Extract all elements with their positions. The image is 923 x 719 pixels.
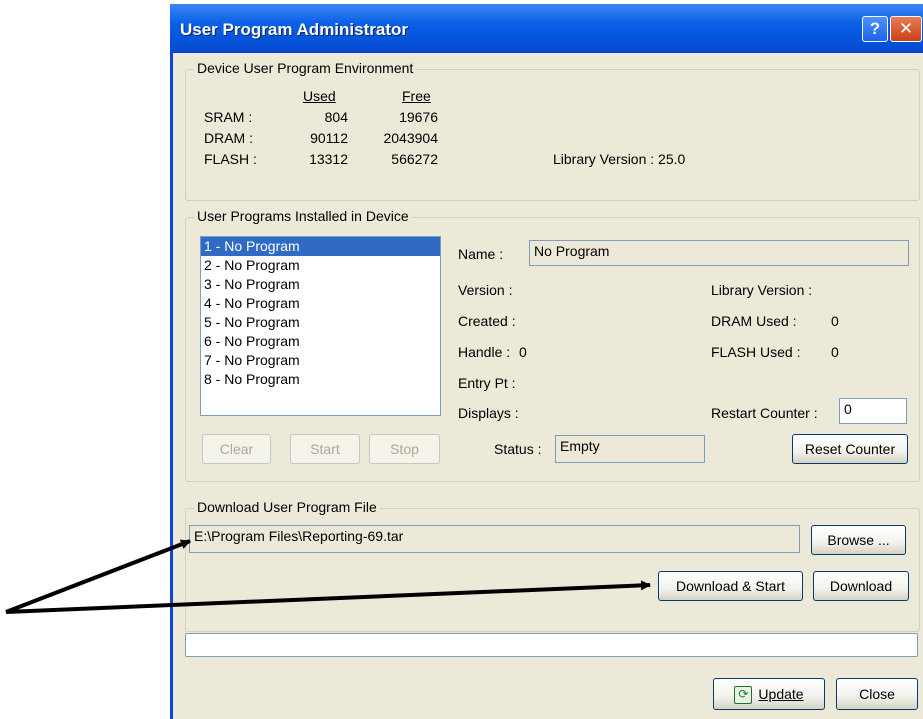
dram-label: DRAM : [204, 130, 253, 146]
download-legend: Download User Program File [194, 499, 380, 515]
programs-legend: User Programs Installed in Device [194, 208, 412, 224]
sram-label: SRAM : [204, 109, 253, 125]
reset-counter-button[interactable]: Reset Counter [792, 434, 908, 464]
clear-button[interactable]: Clear [202, 434, 271, 464]
programs-group: User Programs Installed in Device 1 - No… [185, 208, 920, 482]
program-list-item[interactable]: 4 - No Program [201, 294, 440, 313]
download-progress-bar [185, 633, 918, 657]
arrow-to-path-field [5, 539, 191, 614]
dram-used-label: DRAM Used : [711, 313, 797, 329]
dram-used-value: 0 [831, 313, 839, 329]
flash-used-value: 0 [831, 344, 839, 360]
environment-legend: Device User Program Environment [194, 60, 417, 76]
restart-counter-label: Restart Counter : [711, 405, 818, 421]
title-bar[interactable]: User Program Administrator ? ✕ [170, 4, 923, 53]
environment-group: Device User Program Environment Used Fre… [185, 60, 920, 201]
displays-label: Displays : [458, 405, 519, 421]
program-list-item[interactable]: 2 - No Program [201, 256, 440, 275]
sram-free: 19676 [399, 109, 438, 125]
entry-pt-label: Entry Pt : [458, 375, 516, 391]
restart-counter-field[interactable]: 0 [839, 398, 907, 424]
program-list-item[interactable]: 8 - No Program [201, 370, 440, 389]
version-label: Version : [458, 282, 513, 298]
free-column-header: Free [402, 88, 431, 104]
flash-used-label: FLASH Used : [711, 344, 801, 360]
program-list[interactable]: 1 - No Program 2 - No Program 3 - No Pro… [200, 236, 441, 416]
stop-button[interactable]: Stop [369, 434, 440, 464]
program-name-field: No Program [529, 240, 909, 266]
used-column-header: Used [303, 88, 336, 104]
dialog-client: Device User Program Environment Used Fre… [173, 53, 923, 719]
program-list-item[interactable]: 6 - No Program [201, 332, 440, 351]
program-list-item[interactable]: 5 - No Program [201, 313, 440, 332]
handle-value: 0 [519, 344, 527, 360]
dram-used: 90112 [310, 130, 348, 146]
start-button[interactable]: Start [290, 434, 360, 464]
dram-free: 2043904 [383, 130, 438, 146]
status-label: Status : [494, 441, 542, 457]
update-label: Update [758, 686, 804, 702]
close-window-button[interactable]: ✕ [890, 16, 922, 42]
download-group: Download User Program File E:\Program Fi… [185, 499, 920, 632]
name-label: Name : [458, 246, 504, 262]
program-file-path-field[interactable]: E:\Program Files\Reporting-69.tar [189, 525, 800, 553]
env-library-version: Library Version : 25.0 [553, 151, 686, 167]
flash-free: 566272 [391, 151, 438, 167]
close-button[interactable]: Close [836, 678, 918, 710]
flash-label: FLASH : [204, 151, 257, 167]
browse-button[interactable]: Browse ... [811, 525, 906, 555]
download-and-start-button[interactable]: Download & Start [658, 571, 803, 601]
created-label: Created : [458, 313, 516, 329]
library-version-label: Library Version : [711, 282, 813, 298]
download-button[interactable]: Download [813, 571, 909, 601]
handle-label: Handle : [458, 344, 511, 360]
dialog-window: User Program Administrator ? ✕ Device Us… [170, 4, 923, 719]
status-field: Empty [555, 435, 705, 463]
program-list-item[interactable]: 7 - No Program [201, 351, 440, 370]
update-button[interactable]: ⟳ Update [713, 678, 825, 710]
program-list-item[interactable]: 3 - No Program [201, 275, 440, 294]
help-button[interactable]: ? [862, 16, 888, 42]
program-list-item[interactable]: 1 - No Program [201, 237, 440, 256]
sram-used: 804 [324, 109, 348, 125]
window-title: User Program Administrator [180, 20, 408, 39]
refresh-icon: ⟳ [734, 686, 753, 705]
flash-used: 13312 [309, 151, 348, 167]
